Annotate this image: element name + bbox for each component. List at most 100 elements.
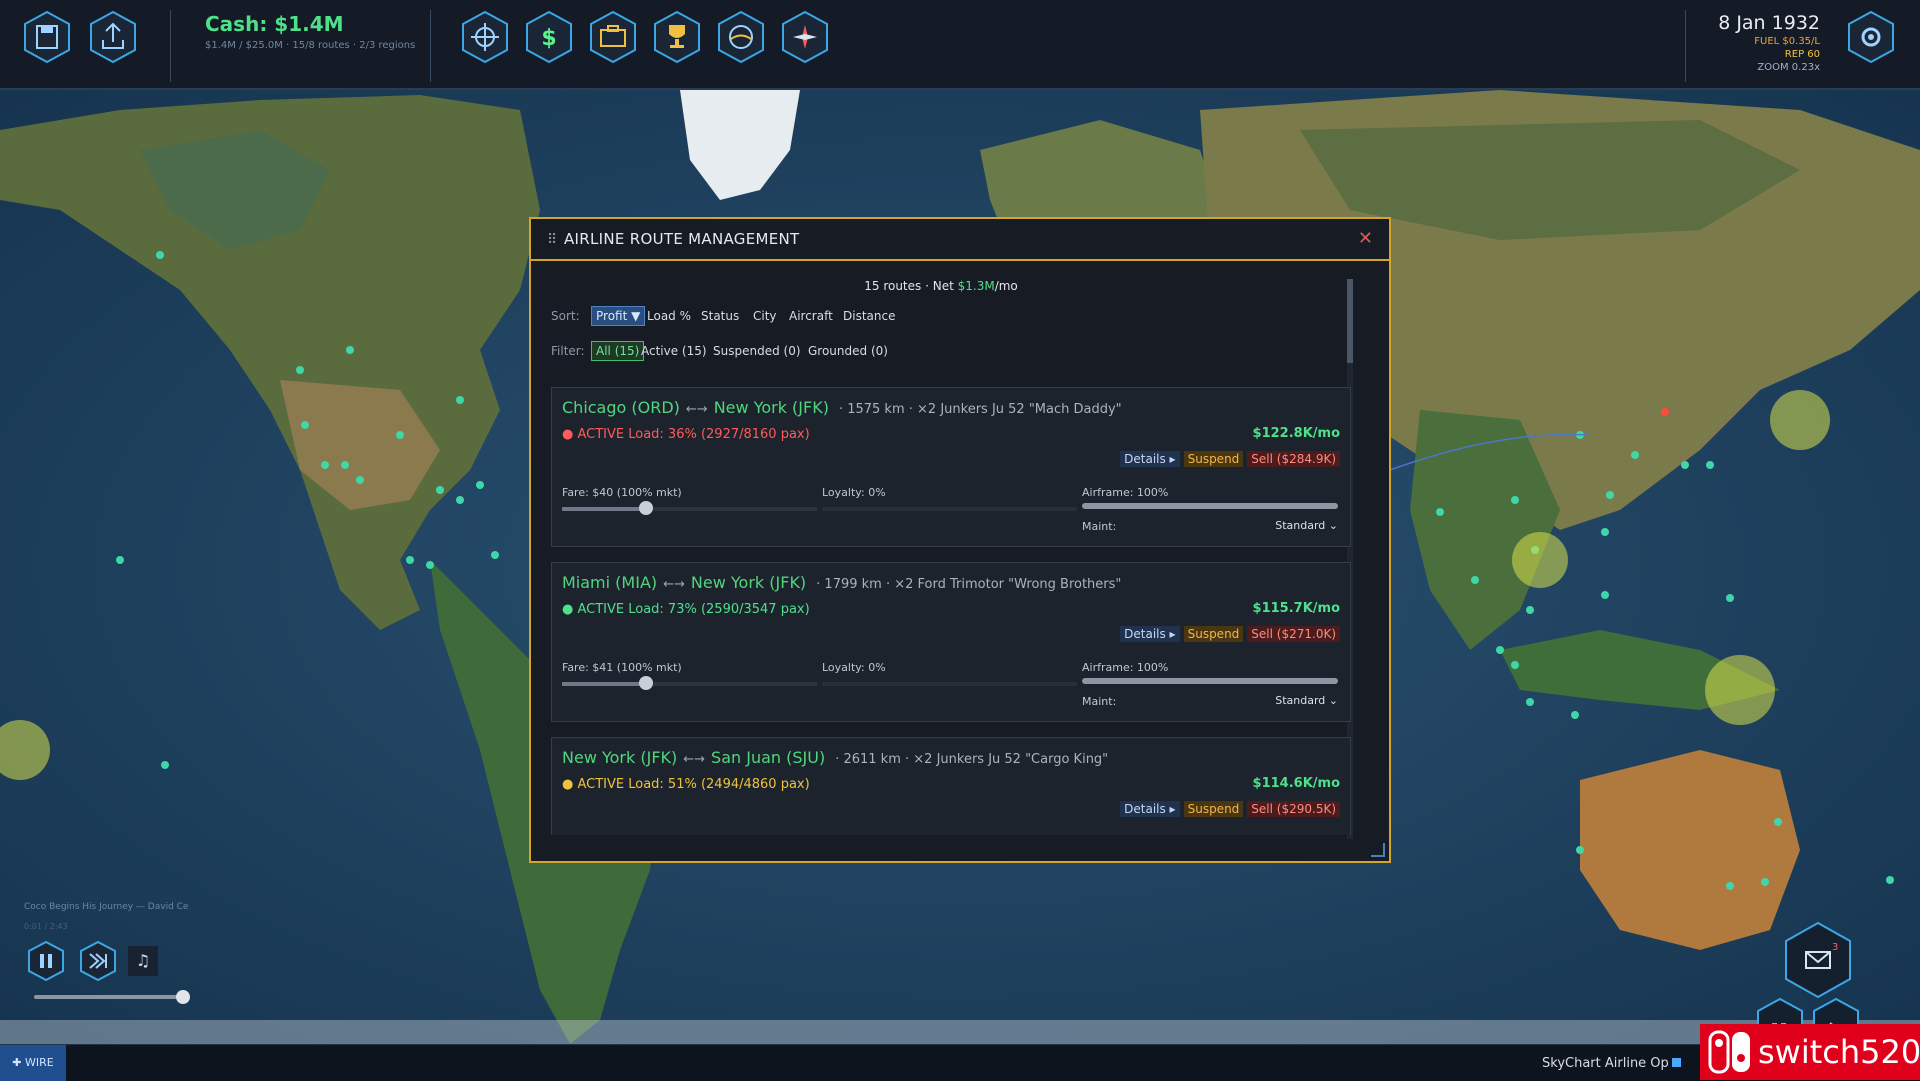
skip-next-icon[interactable] (78, 940, 118, 982)
route-card: New York (JFK) ←→ San Juan (SJU) · 2611 km … (551, 737, 1351, 835)
maint-label: Maint: (1082, 695, 1117, 708)
route-profit: $114.6K/mo (1252, 776, 1340, 791)
route-arrow: ←→ (685, 402, 708, 417)
route-meta: · 1575 km · ×2 Junkers Ju 52 "Mach Daddy… (838, 402, 1122, 417)
route-destination: New York (JFK) (690, 573, 807, 592)
music-player: Coco Begins His Journey — David Ce 0:01 … (24, 900, 224, 1010)
route-card: Miami (MIA) ←→ New York (JFK) · 1799 km · ×… (551, 562, 1351, 722)
resize-grip-icon[interactable] (1371, 843, 1385, 857)
details-button[interactable]: Details ▸ (1120, 801, 1180, 817)
suspend-button[interactable]: Suspend (1183, 626, 1244, 642)
sort-distance[interactable]: Distance (839, 307, 899, 325)
watermark-text: switch520 (1758, 1033, 1920, 1071)
sell-button[interactable]: Sell ($271.0K) (1247, 626, 1340, 642)
filter-active[interactable]: Active (15) (637, 342, 711, 360)
maint-label: Maint: (1082, 520, 1117, 533)
details-button[interactable]: Details ▸ (1120, 451, 1180, 467)
crosshair-icon[interactable] (460, 10, 510, 64)
sort-aircraft[interactable]: Aircraft (785, 307, 837, 325)
suspend-button[interactable]: Suspend (1183, 801, 1244, 817)
cash-display: Cash: $1.4M (205, 12, 344, 36)
fare-slider-fill (562, 682, 647, 686)
route-meta: · 2611 km · ×2 Junkers Ju 52 "Cargo King… (835, 752, 1109, 767)
route-meta: · 1799 km · ×2 Ford Trimotor "Wrong Brot… (816, 577, 1122, 592)
fare-slider-knob[interactable] (639, 501, 654, 515)
route-arrow: ←→ (663, 577, 685, 592)
route-status: ● ACTIVE Load: 36% (2927/8160 pax) (562, 427, 810, 442)
route-origin: Miami (MIA) (562, 573, 658, 592)
airframe-bar-fill (1082, 503, 1338, 509)
fare-slider[interactable] (562, 501, 817, 515)
route-title: New York (JFK) ←→ San Juan (SJU) · 2611 km … (562, 748, 1108, 767)
route-card: Chicago (ORD) ←→ New York (JFK) · 1575 km ·… (551, 387, 1351, 547)
sell-button[interactable]: Sell ($284.9K) (1247, 451, 1340, 467)
bottom-bar: ✚ WIRE SkyChart Airline Op (0, 1044, 1920, 1081)
fare-slider-fill (562, 507, 647, 511)
pause-icon[interactable] (26, 940, 66, 982)
airframe-bar (1082, 678, 1338, 684)
volume-slider[interactable] (34, 995, 182, 999)
route-actions: Details ▸ Suspend Sell ($290.5K) (1116, 801, 1340, 817)
route-actions: Details ▸ Suspend Sell ($271.0K) (1116, 626, 1340, 642)
sort-label: Sort: (551, 309, 580, 323)
route-status: ● ACTIVE Load: 73% (2590/3547 pax) (562, 602, 810, 617)
mail-badge: 3 (1832, 942, 1839, 953)
trophy-icon[interactable] (652, 10, 702, 64)
summary-net: $1.3M (957, 279, 995, 293)
briefcase-icon[interactable] (588, 10, 638, 64)
drag-handle-icon[interactable]: ⠿ (547, 232, 557, 248)
reputation: REP 60 (1784, 49, 1820, 60)
track-time: 0:01 / 2:43 (24, 922, 68, 931)
top-bar: Cash: $1.4M $1.4M / $25.0M · 15/8 routes… (0, 0, 1920, 90)
route-arrow: ←→ (683, 752, 706, 767)
route-destination: New York (JFK) (713, 398, 829, 417)
music-note-icon[interactable]: ♫ (128, 946, 158, 976)
maint-select[interactable]: Standard ⌄ (1275, 694, 1338, 707)
sort-status[interactable]: Status (697, 307, 743, 325)
filter-suspended[interactable]: Suspended (0) (709, 342, 805, 360)
route-title: Miami (MIA) ←→ New York (JFK) · 1799 km · ×… (562, 573, 1121, 592)
loyalty-bar (822, 682, 1077, 686)
save-icon[interactable] (22, 10, 72, 64)
route-list: Chicago (ORD) ←→ New York (JFK) · 1575 km ·… (551, 387, 1353, 835)
details-button[interactable]: Details ▸ (1120, 626, 1180, 642)
route-actions: Details ▸ Suspend Sell ($284.9K) (1116, 451, 1340, 467)
company-name: SkyChart Airline Op (1542, 1056, 1669, 1071)
sort-city[interactable]: City (749, 307, 781, 325)
fare-slider[interactable] (562, 676, 817, 690)
watermark: switch520 (1700, 1024, 1920, 1080)
dialog-header[interactable]: ⠿ AIRLINE ROUTE MANAGEMENT ✕ (531, 219, 1389, 261)
company-indicator (1672, 1058, 1681, 1067)
summary-prefix: 15 routes · Net (864, 279, 958, 293)
route-profit: $122.8K/mo (1252, 426, 1340, 441)
sell-button[interactable]: Sell ($290.5K) (1247, 801, 1340, 817)
volume-knob[interactable] (176, 990, 190, 1004)
settings-icon[interactable] (1846, 10, 1896, 64)
maint-select[interactable]: Standard ⌄ (1275, 519, 1338, 532)
sort-profit[interactable]: Profit ▼ (591, 306, 646, 326)
airframe-label: Airframe: 100% (1082, 661, 1169, 674)
cash-subtitle: $1.4M / $25.0M · 15/8 routes · 2/3 regio… (205, 40, 416, 51)
scrollbar-thumb[interactable] (1347, 279, 1353, 363)
svg-text:$: $ (541, 26, 556, 51)
separator (170, 10, 171, 82)
close-icon[interactable]: ✕ (1358, 228, 1373, 249)
routes-summary: 15 routes · Net $1.3M/mo (531, 279, 1351, 293)
filter-label: Filter: (551, 344, 585, 358)
suspend-button[interactable]: Suspend (1183, 451, 1244, 467)
filter-grounded[interactable]: Grounded (0) (804, 342, 892, 360)
globe-icon[interactable] (716, 10, 766, 64)
dollar-icon[interactable]: $ (524, 10, 574, 64)
route-status: ● ACTIVE Load: 51% (2494/4860 pax) (562, 777, 810, 792)
mail-icon[interactable] (1782, 920, 1854, 1000)
zoom-level: ZOOM 0.23x (1757, 62, 1820, 73)
airframe-label: Airframe: 100% (1082, 486, 1169, 499)
upload-icon[interactable] (88, 10, 138, 64)
fare-slider-knob[interactable] (639, 676, 654, 690)
game-date: 8 Jan 1932 (1718, 12, 1820, 34)
airframe-bar-fill (1082, 678, 1338, 684)
wire-button[interactable]: ✚ WIRE (0, 1045, 66, 1081)
compass-icon[interactable] (780, 10, 830, 64)
fuel-price: FUEL $0.35/L (1754, 36, 1820, 47)
sort-load[interactable]: Load % (643, 307, 695, 325)
